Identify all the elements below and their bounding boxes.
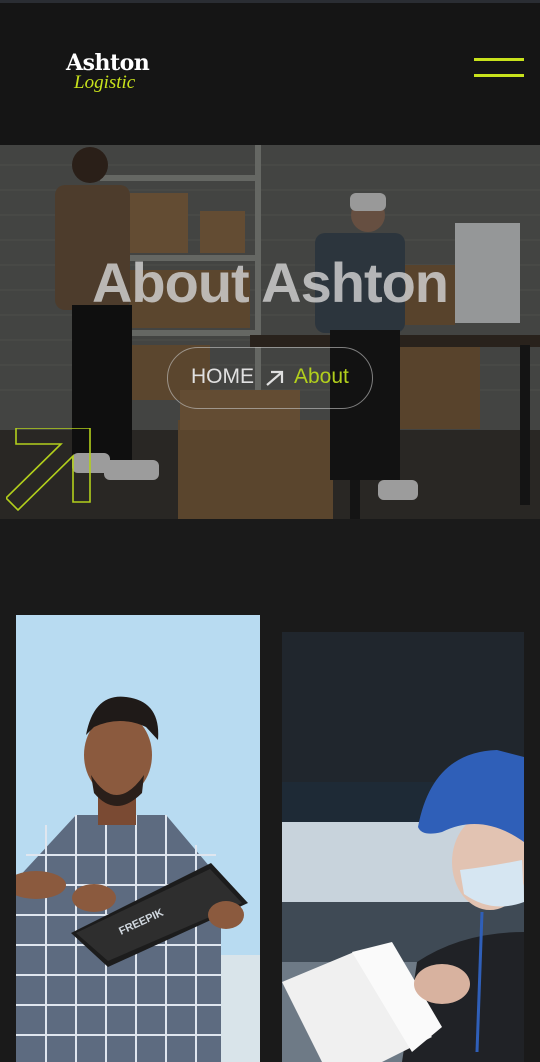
- courier-illustration: [282, 632, 524, 1062]
- arrow-up-right-icon: [266, 370, 284, 386]
- site-header: Ashton Logistic: [0, 3, 540, 145]
- breadcrumb: HOME About: [167, 347, 373, 409]
- hero-banner: About Ashton HOME About: [0, 145, 540, 519]
- courier-with-documents-photo: [282, 632, 524, 1062]
- man-with-clipboard-photo: FREEPIK: [16, 615, 260, 1062]
- menu-line: [474, 58, 524, 61]
- menu-line: [474, 74, 524, 77]
- section-spacer: [0, 519, 540, 615]
- hamburger-menu-icon[interactable]: [474, 56, 524, 82]
- logo[interactable]: Ashton Logistic: [66, 52, 166, 92]
- logo-main-text: Ashton: [66, 50, 150, 76]
- logo-sub-text: Logistic: [74, 72, 136, 93]
- breadcrumb-home-link[interactable]: HOME: [191, 365, 254, 389]
- page-title: About Ashton: [91, 251, 449, 314]
- man-with-clipboard-illustration: FREEPIK: [16, 615, 260, 1062]
- arrow-up-right-outline-icon: [6, 428, 91, 512]
- breadcrumb-current: About: [294, 365, 349, 388]
